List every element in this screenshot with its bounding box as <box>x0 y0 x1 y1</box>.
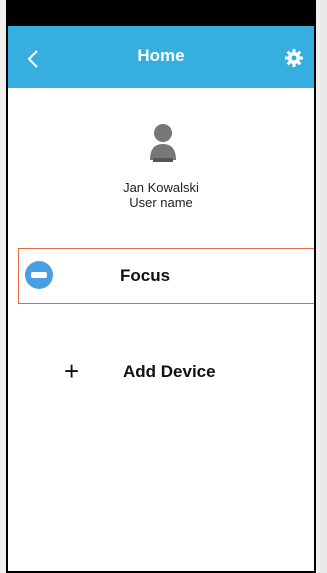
page-edge <box>320 0 327 573</box>
user-icon <box>150 124 176 162</box>
add-device-button[interactable]: + Add Device <box>64 356 294 396</box>
plus-icon: + <box>64 356 80 386</box>
device-item-focus[interactable]: Focus <box>18 248 314 304</box>
header-bar: Home <box>8 26 314 88</box>
phone-frame: Home Jan Kowalski User name Focus + Add … <box>6 0 316 573</box>
settings-button[interactable] <box>284 48 304 68</box>
air-conditioner-icon <box>25 261 53 289</box>
add-device-label: Add Device <box>123 362 216 381</box>
page-title: Home <box>137 46 185 65</box>
avatar[interactable] <box>146 120 180 164</box>
gear-icon <box>285 49 303 67</box>
app-screen: Home Jan Kowalski User name Focus + Add … <box>8 26 314 571</box>
user-info: Jan Kowalski User name <box>8 180 314 210</box>
device-name: Focus <box>120 266 171 285</box>
user-display-name: Jan Kowalski <box>123 180 199 195</box>
user-name-label: User name <box>129 195 193 210</box>
